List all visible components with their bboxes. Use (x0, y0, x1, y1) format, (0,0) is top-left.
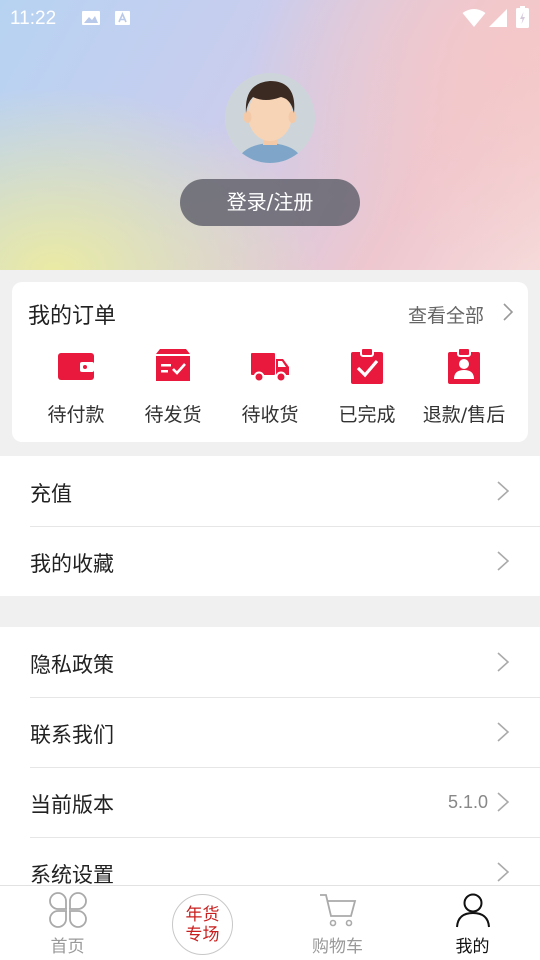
order-label: 待发货 (144, 404, 202, 426)
login-register-button[interactable]: 登录/注册 (180, 179, 360, 226)
battery-icon (516, 6, 529, 28)
status-bar: 11:22 (0, 0, 540, 36)
view-all-orders-link[interactable]: 查看全部 (408, 301, 484, 328)
chevron-right-icon (497, 652, 510, 672)
order-completed[interactable]: 已完成 (318, 346, 416, 436)
menu-item-label: 当前版本 (30, 793, 114, 817)
order-label: 已完成 (338, 404, 396, 426)
truck-icon (251, 353, 289, 383)
nav-home[interactable]: 首页 (0, 886, 135, 960)
chevron-right-icon[interactable] (502, 302, 514, 322)
promo-line: 专场 (185, 925, 220, 945)
menu-group-settings: 隐私政策 联系我们 当前版本 5.1.0 系统设置 (0, 627, 540, 907)
nav-label: 我的 (455, 937, 490, 957)
menu-item-recharge[interactable]: 充值 (0, 456, 540, 526)
menu-item-current-version[interactable]: 当前版本 5.1.0 (0, 767, 540, 837)
status-time: 11:22 (10, 8, 57, 29)
shopping-cart-icon (319, 894, 356, 927)
order-label: 待付款 (47, 404, 105, 426)
menu-item-privacy-policy[interactable]: 隐私政策 (0, 627, 540, 697)
orders-title: 我的订单 (28, 304, 117, 329)
chevron-right-icon (497, 722, 510, 742)
avatar[interactable] (225, 73, 315, 163)
order-label: 待收货 (241, 404, 299, 426)
menu-item-label: 我的收藏 (30, 552, 114, 576)
promo-line: 年货 (185, 905, 220, 925)
menu-item-contact-us[interactable]: 联系我们 (0, 697, 540, 767)
home-grid-icon (48, 892, 87, 928)
nav-cart[interactable]: 购物车 (270, 886, 405, 960)
menu-group-account: 充值 我的收藏 (0, 456, 540, 596)
chevron-right-icon (497, 551, 510, 571)
nav-label: 购物车 (312, 937, 363, 957)
avatar-person-icon (225, 73, 315, 163)
clipboard-user-icon (448, 347, 480, 384)
package-check-icon (156, 349, 190, 381)
orders-card: 我的订单 查看全部 待付款 待发货 待收货 已完成 退款/售后 (12, 282, 528, 442)
nav-label: 首页 (50, 937, 85, 957)
menu-item-label: 充值 (30, 482, 72, 506)
profile-header: 11:22 登录/注册 (0, 0, 540, 270)
menu-item-favorites[interactable]: 我的收藏 (0, 526, 540, 596)
order-label: 退款/售后 (422, 404, 506, 426)
nav-new-year-promo[interactable]: 年货 专场 (135, 886, 270, 960)
bottom-nav: 首页 年货 专场 购物车 我的 (0, 885, 540, 960)
wifi-icon (462, 9, 486, 27)
order-pending-payment[interactable]: 待付款 (27, 346, 125, 436)
image-notification-icon (82, 11, 100, 25)
user-icon (455, 893, 490, 928)
order-pending-receipt[interactable]: 待收货 (221, 346, 319, 436)
chevron-right-icon (497, 862, 510, 882)
version-value: 5.1.0 (447, 792, 488, 812)
order-pending-shipment[interactable]: 待发货 (124, 346, 222, 436)
order-refund-aftersale[interactable]: 退款/售后 (415, 346, 513, 436)
new-year-promo-badge: 年货 专场 (172, 894, 233, 955)
menu-item-label: 隐私政策 (30, 653, 114, 677)
promo-text: 年货 专场 (173, 905, 232, 945)
clipboard-check-icon (351, 347, 383, 384)
chevron-right-icon (497, 481, 510, 501)
wallet-icon (58, 353, 94, 380)
menu-item-label: 联系我们 (30, 723, 114, 747)
font-notification-icon (115, 11, 130, 25)
chevron-right-icon (497, 792, 510, 812)
signal-icon (489, 9, 507, 27)
nav-mine[interactable]: 我的 (405, 886, 540, 960)
